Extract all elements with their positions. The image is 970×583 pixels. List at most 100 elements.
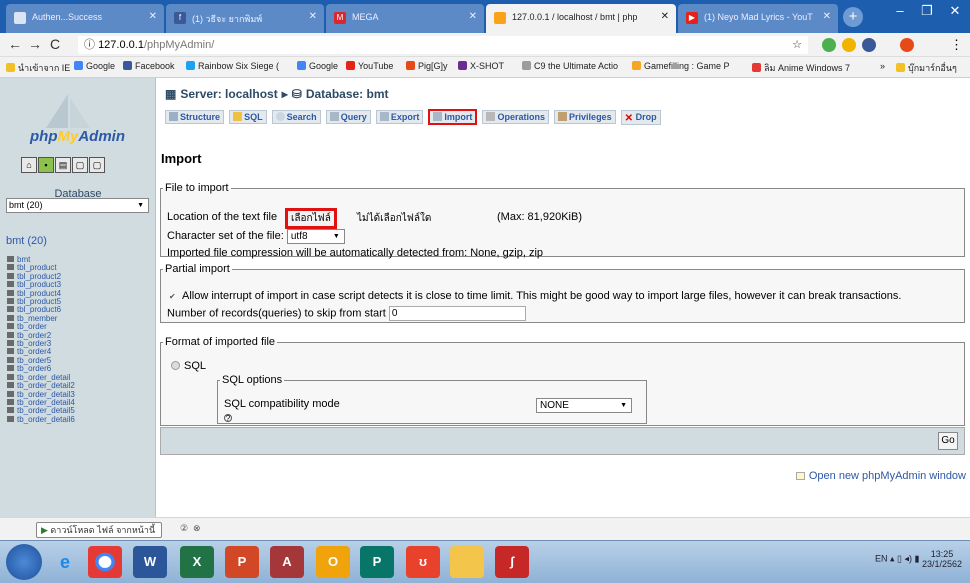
- query-window-icon[interactable]: ▤: [55, 157, 71, 173]
- close-icon[interactable]: ✕: [823, 11, 831, 22]
- close-icon[interactable]: ✕: [469, 11, 477, 22]
- publisher-icon[interactable]: P: [360, 546, 394, 578]
- charset-select[interactable]: utf8 ▼: [286, 229, 345, 244]
- breadcrumb-database[interactable]: Database: bmt: [306, 87, 389, 101]
- profile-icon[interactable]: [900, 38, 914, 52]
- browser-tab[interactable]: f (1) วธีจะ ยากพิมพ์ ✕: [166, 4, 324, 33]
- table-icon[interactable]: [7, 407, 14, 414]
- tray-icons[interactable]: ▴ ▯ ◂) ▮: [890, 553, 922, 563]
- table-icon[interactable]: [7, 314, 14, 321]
- bookmark-item[interactable]: YouTube: [346, 61, 393, 71]
- bookmark-item[interactable]: Pig[G]y: [406, 61, 448, 71]
- compat-mode-select[interactable]: NONE ▼: [536, 398, 632, 413]
- table-icon[interactable]: [7, 264, 14, 271]
- help-icon[interactable]: ②: [180, 523, 188, 534]
- menu-icon[interactable]: ⋮: [950, 37, 963, 53]
- table-icon[interactable]: [7, 331, 14, 338]
- new-window-link[interactable]: Open new phpMyAdmin window: [795, 470, 966, 482]
- clock[interactable]: 13:25 23/1/2562: [922, 549, 962, 569]
- browser-tab-active[interactable]: 127.0.0.1 / localhost / bmt | php ✕: [486, 4, 676, 33]
- exit-icon[interactable]: ▪: [38, 157, 54, 173]
- table-icon[interactable]: [7, 365, 14, 372]
- extension-icon[interactable]: [862, 38, 876, 52]
- onenote-icon[interactable]: ʊ: [406, 546, 440, 578]
- folder-icon[interactable]: [450, 546, 484, 578]
- powerpoint-icon[interactable]: P: [225, 546, 259, 578]
- browser-tab[interactable]: M MEGA ✕: [326, 4, 484, 33]
- close-window-button[interactable]: ✕: [940, 0, 970, 22]
- close-icon[interactable]: ✕: [149, 11, 157, 22]
- table-icon[interactable]: [7, 415, 14, 422]
- reload-icon[interactable]: C: [50, 36, 60, 52]
- sql-format-radio[interactable]: [171, 361, 180, 370]
- extension-icon[interactable]: [842, 38, 856, 52]
- table-icon[interactable]: [7, 306, 14, 313]
- bookmarks-overflow-button[interactable]: »: [880, 61, 885, 71]
- acrobat-icon[interactable]: ʃ: [495, 546, 529, 578]
- bookmark-item[interactable]: บุ๊กมาร์กอื่นๆ: [896, 61, 957, 75]
- tab-query[interactable]: Query: [325, 110, 371, 124]
- outlook-icon[interactable]: O: [316, 546, 350, 578]
- tab-privileges[interactable]: Privileges: [554, 110, 616, 124]
- table-icon[interactable]: [7, 340, 14, 347]
- go-button[interactable]: Go: [938, 432, 958, 450]
- url-input[interactable]: ⓘ 127.0.0.1/phpMyAdmin/ ☆: [78, 36, 808, 54]
- database-heading-link[interactable]: bmt (20): [6, 235, 47, 247]
- bookmark-item[interactable]: Google: [74, 61, 115, 71]
- extension-icon[interactable]: [822, 38, 836, 52]
- ie-icon[interactable]: e: [48, 546, 82, 578]
- minimize-button[interactable]: –: [885, 0, 915, 22]
- table-icon[interactable]: [7, 382, 14, 389]
- browser-tab[interactable]: ▶ (1) Neyo Mad Lyrics - YouT ✕: [678, 4, 838, 33]
- start-button[interactable]: [6, 544, 42, 580]
- bookmark-item[interactable]: X-SHOT: [458, 61, 504, 71]
- choose-file-button[interactable]: เลือกไฟล์: [285, 208, 337, 229]
- bookmark-item[interactable]: C9 the Ultimate Actio: [522, 61, 618, 71]
- star-icon[interactable]: ☆: [792, 36, 802, 54]
- access-icon[interactable]: A: [270, 546, 304, 578]
- table-icon[interactable]: [7, 323, 14, 330]
- language-indicator[interactable]: EN: [875, 553, 888, 563]
- browser-tab[interactable]: Authen...Success ✕: [6, 4, 164, 33]
- close-icon[interactable]: ✕: [661, 11, 669, 22]
- table-icon[interactable]: [7, 298, 14, 305]
- tab-export[interactable]: Export: [375, 110, 424, 124]
- back-icon[interactable]: ←: [8, 36, 22, 52]
- table-icon[interactable]: [7, 348, 14, 355]
- tab-import[interactable]: Import: [428, 109, 478, 125]
- allow-interrupt-checkbox[interactable]: ✔: [169, 292, 178, 301]
- bookmark-item[interactable]: Google: [297, 61, 338, 71]
- breadcrumb-server[interactable]: Server: localhost: [180, 87, 277, 101]
- maximize-button[interactable]: ❐: [912, 0, 942, 22]
- phpmyadmin-logo[interactable]: phpMyAdmin: [30, 128, 125, 145]
- word-icon[interactable]: W: [133, 546, 167, 578]
- forward-icon[interactable]: →: [28, 36, 42, 52]
- home-icon[interactable]: ⌂: [21, 157, 37, 173]
- tab-structure[interactable]: Structure: [165, 110, 225, 124]
- chrome-icon[interactable]: [88, 546, 122, 578]
- tab-search[interactable]: Search: [271, 110, 321, 124]
- bookmark-item[interactable]: Facebook: [123, 61, 175, 71]
- skip-queries-input[interactable]: 0: [388, 306, 526, 321]
- bookmark-item[interactable]: ลิม Anime Windows 7: [752, 61, 850, 75]
- database-select[interactable]: bmt (20) ▼: [6, 198, 149, 213]
- table-icon[interactable]: [7, 281, 14, 288]
- tab-drop[interactable]: ✕ Drop: [620, 110, 661, 125]
- table-icon[interactable]: [7, 272, 14, 279]
- close-icon[interactable]: ✕: [309, 11, 317, 22]
- table-list-item[interactable]: tb_order_detail6: [7, 415, 75, 424]
- bookmark-item[interactable]: นำเข้าจาก IE: [6, 61, 70, 75]
- docs-icon[interactable]: ▢: [72, 157, 88, 173]
- bookmark-item[interactable]: Gamefilling : Game P: [632, 61, 730, 71]
- sql-docs-icon[interactable]: ▢: [89, 157, 105, 173]
- excel-icon[interactable]: X: [180, 546, 214, 578]
- table-icon[interactable]: [7, 398, 14, 405]
- bookmark-item[interactable]: Rainbow Six Siege (: [186, 61, 279, 71]
- tab-sql[interactable]: SQL: [229, 110, 267, 124]
- table-icon[interactable]: [7, 289, 14, 296]
- table-icon[interactable]: [7, 356, 14, 363]
- tab-operations[interactable]: Operations: [482, 110, 549, 124]
- info-icon[interactable]: ⓘ: [84, 39, 98, 51]
- download-item[interactable]: ▶ ดาวน์โหลด ไฟล์ จากหน้านี้: [36, 522, 163, 538]
- table-name-link[interactable]: tb_order_detail6: [17, 415, 75, 424]
